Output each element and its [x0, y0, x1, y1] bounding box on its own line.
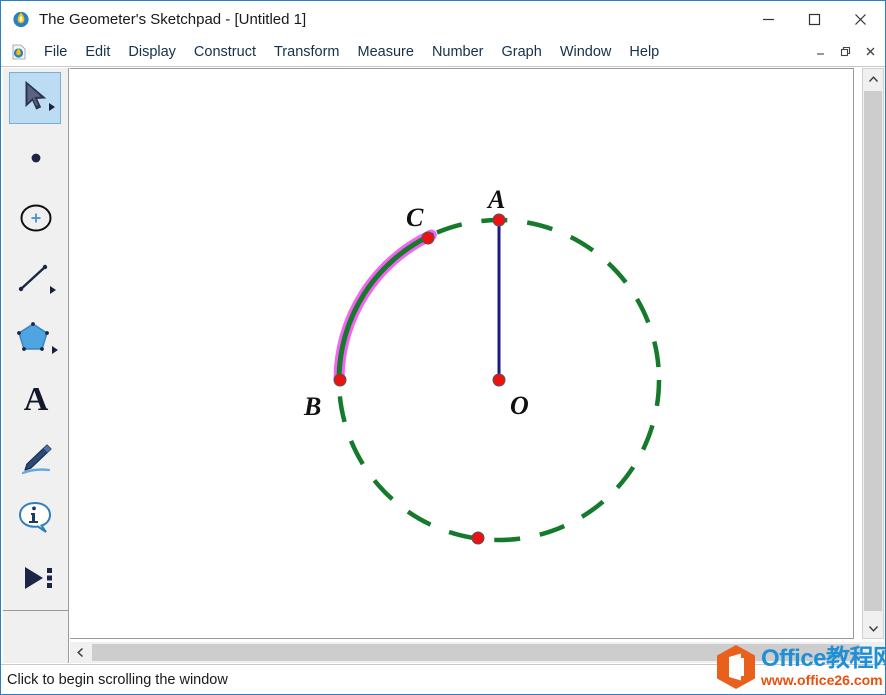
arrow-select-tool[interactable]	[3, 68, 68, 128]
close-button[interactable]	[837, 3, 883, 35]
window-controls	[745, 3, 883, 35]
menu-item-measure[interactable]: Measure	[349, 41, 423, 63]
straightedge-tool[interactable]	[3, 248, 68, 308]
polygon-tool[interactable]	[3, 308, 68, 368]
point-C-label[interactable]: C	[406, 203, 424, 232]
point-bottom[interactable]	[471, 531, 485, 545]
document-restore-button[interactable]	[833, 40, 858, 62]
chevron-down-icon[interactable]	[863, 618, 883, 638]
minimize-button[interactable]	[745, 3, 791, 35]
point-B[interactable]	[333, 373, 347, 387]
sketchpad-window: The Geometer's Sketchpad - [Untitled 1] …	[0, 0, 886, 695]
marker-tool[interactable]	[3, 428, 68, 488]
point-A-label[interactable]: A	[486, 185, 505, 214]
point-B-label[interactable]: B	[303, 392, 321, 421]
compass-tool[interactable]	[3, 188, 68, 248]
scrollbar-corner	[3, 642, 69, 663]
tool-palette: A	[3, 68, 69, 660]
document-window-controls	[808, 40, 883, 62]
menu-item-transform[interactable]: Transform	[265, 41, 349, 63]
point-C[interactable]	[421, 231, 435, 245]
sketchpad-flame-icon	[12, 10, 30, 28]
menu-item-edit[interactable]: Edit	[76, 41, 119, 63]
horizontal-scroll-thumb[interactable]	[92, 644, 860, 661]
sketch-figure[interactable]: A O B C	[70, 69, 854, 639]
menu-item-help[interactable]: Help	[620, 41, 668, 63]
sketch-canvas[interactable]: A O B C	[70, 68, 854, 639]
menu-item-number[interactable]: Number	[423, 41, 493, 63]
menu-item-construct[interactable]: Construct	[185, 41, 265, 63]
arc-selection-highlight	[333, 229, 437, 386]
chevron-left-icon[interactable]	[70, 642, 90, 662]
svg-text:A: A	[23, 381, 48, 418]
title-bar: The Geometer's Sketchpad - [Untitled 1]	[1, 1, 885, 37]
maximize-button[interactable]	[791, 3, 837, 35]
information-tool[interactable]	[3, 488, 68, 548]
status-bar: Click to begin scrolling the window	[1, 664, 885, 694]
point-A[interactable]	[492, 213, 506, 227]
menu-item-graph[interactable]: Graph	[493, 41, 551, 63]
point-O[interactable]	[492, 373, 506, 387]
menu-item-window[interactable]: Window	[551, 41, 621, 63]
horizontal-scrollbar[interactable]	[70, 642, 884, 663]
vertical-scrollbar[interactable]	[862, 68, 884, 639]
custom-tool[interactable]	[3, 548, 68, 608]
point-O-label[interactable]: O	[510, 391, 529, 420]
text-tool[interactable]: A	[3, 368, 68, 428]
menu-item-display[interactable]: Display	[119, 41, 185, 63]
point-tool[interactable]	[3, 128, 68, 188]
document-minimize-button[interactable]	[808, 40, 833, 62]
window-title: The Geometer's Sketchpad - [Untitled 1]	[39, 10, 307, 28]
menu-bar: File Edit Display Construct Transform Me…	[1, 37, 885, 67]
status-message: Click to begin scrolling the window	[7, 671, 228, 688]
chevron-up-icon[interactable]	[863, 69, 883, 89]
vertical-scroll-thumb[interactable]	[864, 91, 882, 611]
menu-item-file[interactable]: File	[35, 41, 76, 63]
document-flame-icon[interactable]	[11, 44, 27, 60]
document-close-button[interactable]	[858, 40, 883, 62]
